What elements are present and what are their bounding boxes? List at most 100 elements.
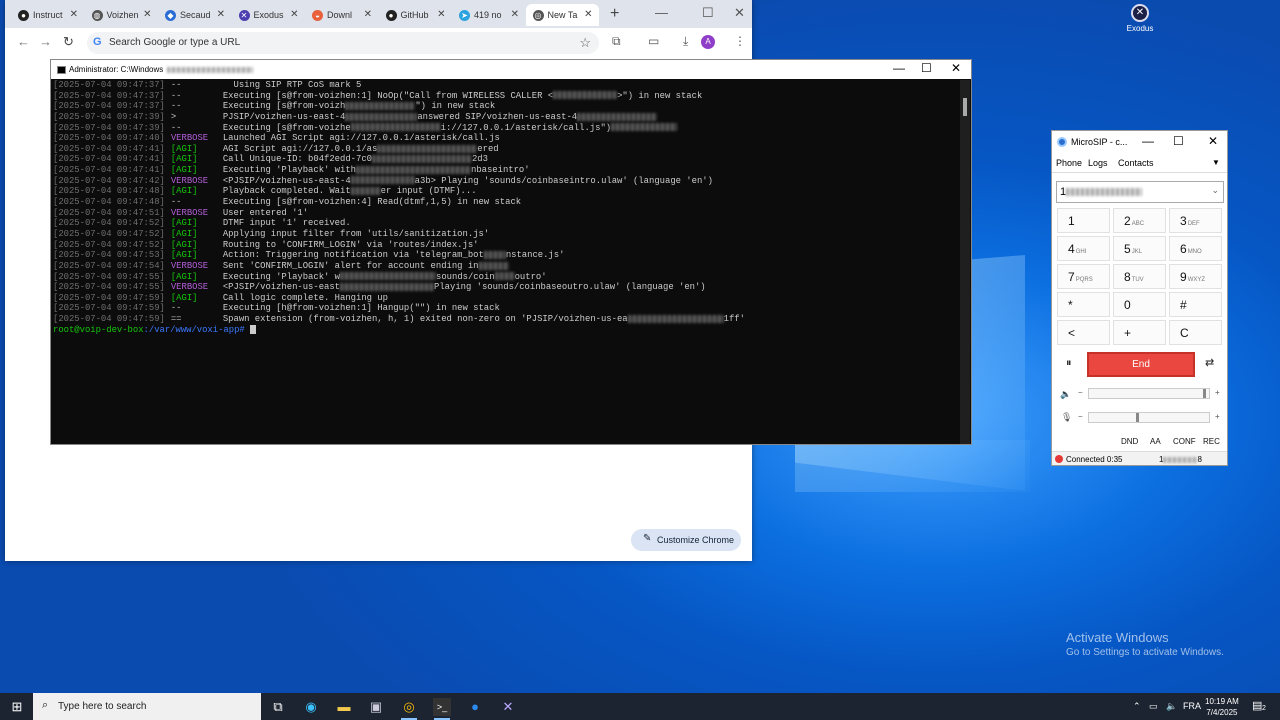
- network-icon[interactable]: ▭: [1149, 701, 1158, 712]
- record-button[interactable]: REC: [1203, 437, 1220, 446]
- clock[interactable]: 10:19 AM 7/4/2025: [1205, 696, 1239, 718]
- speaker-volume-slider[interactable]: [1088, 388, 1210, 399]
- minimize-icon[interactable]: —: [893, 61, 905, 75]
- dial-number-field[interactable]: 1 ⌄: [1056, 181, 1224, 203]
- back-icon[interactable]: ←: [17, 34, 30, 49]
- conference-button[interactable]: CONF: [1173, 437, 1196, 446]
- notification-icon[interactable]: ▤: [1252, 699, 1262, 712]
- slider-thumb[interactable]: [1136, 413, 1140, 422]
- log-line: [2025-07-04 09:47:59] [AGI] Call logic com…: [53, 293, 959, 304]
- auto-answer-button[interactable]: AA: [1150, 437, 1161, 446]
- log-message: Using SIP RTP CoS mark 5: [222, 80, 362, 90]
- task-view-icon[interactable]: ⧉: [269, 698, 287, 716]
- hold-icon[interactable]: ⏸: [1066, 357, 1072, 370]
- file-explorer-icon[interactable]: ▬: [335, 698, 353, 716]
- chevron-down-icon[interactable]: ⌄: [1211, 185, 1219, 196]
- edge-icon[interactable]: ◉: [302, 698, 320, 716]
- close-icon[interactable]: ✕: [951, 61, 961, 75]
- tab-2[interactable]: ◍ Voizhen ✕: [85, 4, 158, 26]
- close-icon[interactable]: ✕: [734, 5, 745, 21]
- dialpad-key[interactable]: 0: [1113, 292, 1166, 317]
- windows-start-icon[interactable]: ⊞: [8, 698, 26, 716]
- tab-logs[interactable]: Logs: [1088, 158, 1108, 168]
- store-icon[interactable]: ▣: [367, 698, 385, 716]
- tab-close-icon[interactable]: ✕: [584, 9, 592, 20]
- key-letters: GHI: [1075, 249, 1087, 255]
- desktop-icon-exodus[interactable]: ✕ Exodus: [1122, 4, 1158, 33]
- bookmark-star-icon[interactable]: ☆: [579, 35, 591, 51]
- log-level: --: [170, 80, 182, 90]
- tab-1[interactable]: ● Instruct ✕: [11, 4, 84, 26]
- forward-icon[interactable]: →: [39, 34, 52, 49]
- shell-prompt[interactable]: root@voip-dev-box:/var/www/voxi-app#: [53, 325, 959, 336]
- dialpad-key[interactable]: 2ABC: [1113, 208, 1166, 233]
- tab-close-icon[interactable]: ✕: [437, 9, 445, 20]
- tab-7[interactable]: ➤ 419 no ✕: [452, 4, 525, 26]
- dnd-button[interactable]: DND: [1121, 437, 1138, 446]
- tab-contacts[interactable]: Contacts: [1118, 158, 1154, 168]
- dialpad-key[interactable]: +: [1113, 320, 1166, 345]
- tab-6[interactable]: ● GitHub ✕: [379, 4, 452, 26]
- dialpad-key[interactable]: *: [1057, 292, 1110, 317]
- reload-icon[interactable]: ↻: [63, 34, 74, 50]
- tab-phone[interactable]: Phone: [1056, 158, 1082, 168]
- dialpad-key[interactable]: 1: [1057, 208, 1110, 233]
- download-icon[interactable]: ⤓: [683, 34, 688, 49]
- microsip-icon[interactable]: ●: [466, 698, 484, 716]
- omnibox[interactable]: G Search Google or type a URL ☆: [87, 32, 599, 54]
- terminal-icon[interactable]: >_: [433, 698, 451, 716]
- menu-dots-icon[interactable]: ⋮: [734, 34, 746, 48]
- menu-dropdown-icon[interactable]: ▼: [1212, 158, 1220, 167]
- chevron-up-icon[interactable]: ⌃: [1133, 701, 1141, 712]
- maximize-icon[interactable]: ☐: [921, 61, 932, 75]
- dialpad-key[interactable]: 7PQRS: [1057, 264, 1110, 289]
- slider-thumb[interactable]: [1203, 389, 1207, 398]
- tab-close-icon[interactable]: ✕: [511, 9, 519, 20]
- tab-close-icon[interactable]: ✕: [364, 9, 372, 20]
- minimize-icon[interactable]: —: [1142, 134, 1154, 148]
- tab-3[interactable]: ◆ Secaud ✕: [158, 4, 231, 26]
- taskbar-search-box[interactable]: ⌕ Type here to search: [33, 693, 261, 720]
- cast-icon[interactable]: ▭: [648, 34, 659, 48]
- dialpad-key[interactable]: <: [1057, 320, 1110, 345]
- dialpad-key[interactable]: #: [1169, 292, 1222, 317]
- new-tab-button[interactable]: +: [610, 5, 619, 23]
- end-call-button[interactable]: End: [1087, 352, 1195, 377]
- tab-4[interactable]: ✕ Exodus ✕: [232, 4, 305, 26]
- log-line: [2025-07-04 09:47:41] [AGI] Call Unique-ID…: [53, 154, 959, 165]
- log-line: [2025-07-04 09:47:39] -- Executing [s@from…: [53, 123, 959, 134]
- log-message: a3b> Playing 'sounds/coinbaseintro.ulaw'…: [414, 175, 713, 186]
- dialpad-key[interactable]: C: [1169, 320, 1222, 345]
- speaker-icon[interactable]: 🔈: [1060, 389, 1071, 400]
- customize-chrome-button[interactable]: ✎ Customize Chrome: [631, 529, 741, 551]
- exodus-icon[interactable]: ✕: [499, 698, 517, 716]
- log-level: VERBOSE: [170, 282, 209, 293]
- dialpad-key[interactable]: 8TUV: [1113, 264, 1166, 289]
- transfer-icon[interactable]: ⇄: [1205, 356, 1214, 369]
- maximize-icon[interactable]: ☐: [1173, 134, 1184, 148]
- language-indicator[interactable]: FRA: [1183, 701, 1201, 711]
- maximize-icon[interactable]: ☐: [702, 5, 714, 21]
- tab-close-icon[interactable]: ✕: [217, 9, 225, 20]
- dialpad-key[interactable]: 5JKL: [1113, 236, 1166, 261]
- terminal-scrollbar[interactable]: [960, 80, 970, 444]
- minimize-icon[interactable]: —: [655, 5, 668, 20]
- dialpad-key[interactable]: 6MNO: [1169, 236, 1222, 261]
- scrollbar-thumb[interactable]: [963, 98, 967, 116]
- terminal-output[interactable]: [2025-07-04 09:47:37] -- Using SIP RTP Co…: [53, 80, 959, 444]
- tab-5[interactable]: ◒ Downl ✕: [305, 4, 378, 26]
- tab-8[interactable]: ◎ New Ta ✕: [525, 4, 599, 26]
- chrome-icon[interactable]: ◎: [400, 698, 418, 716]
- tab-close-icon[interactable]: ✕: [290, 9, 298, 20]
- microphone-icon[interactable]: 🎙: [1061, 412, 1072, 423]
- tab-close-icon[interactable]: ✕: [143, 9, 151, 20]
- avatar[interactable]: A: [701, 35, 715, 49]
- dialpad-key[interactable]: 3DEF: [1169, 208, 1222, 233]
- dialpad-key[interactable]: 9WXYZ: [1169, 264, 1222, 289]
- dialpad-key[interactable]: 4GHI: [1057, 236, 1110, 261]
- close-icon[interactable]: ✕: [1208, 134, 1218, 148]
- tab-close-icon[interactable]: ✕: [70, 9, 78, 20]
- extensions-icon[interactable]: ⧉: [612, 34, 621, 49]
- volume-icon[interactable]: 🔈: [1166, 701, 1177, 712]
- mic-volume-slider[interactable]: [1088, 412, 1210, 423]
